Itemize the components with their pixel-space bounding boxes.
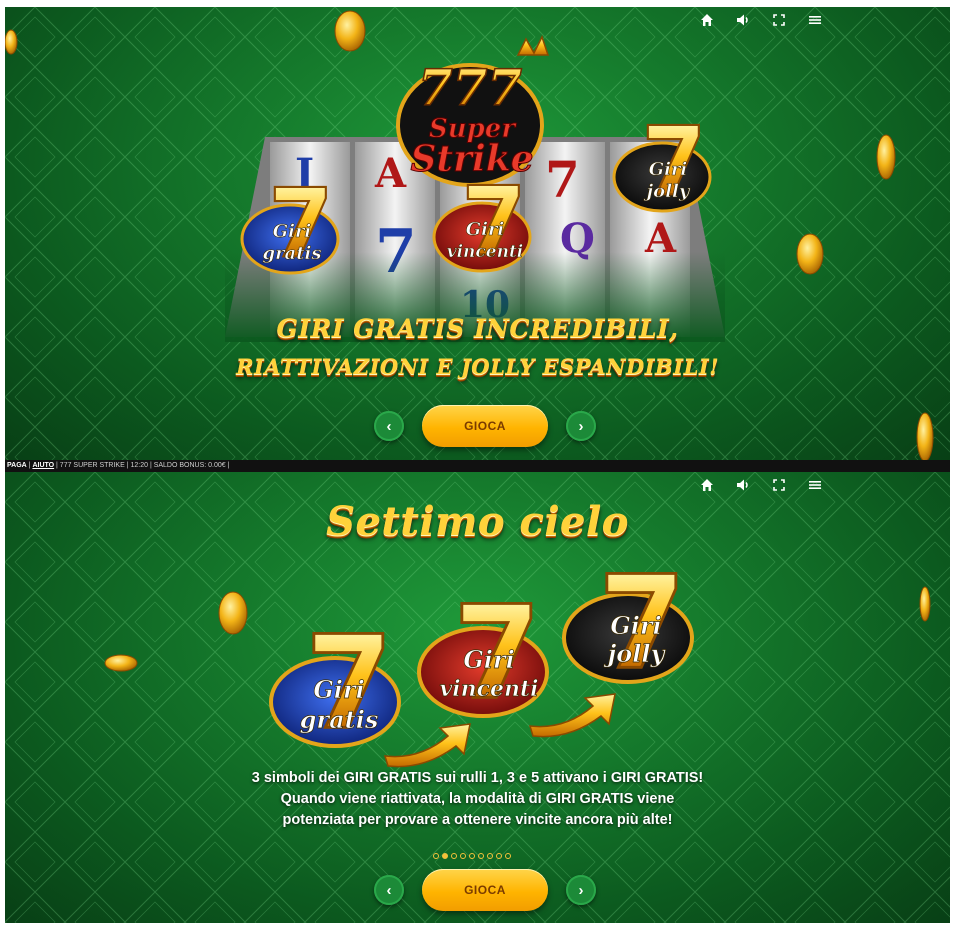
svg-text:jolly: jolly	[604, 639, 667, 668]
headline-line-2: RIATTIVAZIONI E JOLLY ESPANDIBILI!	[236, 354, 719, 379]
game-logo: 777 Super Strike	[396, 35, 550, 187]
gold-coin-icon	[916, 412, 934, 460]
badge-free-spins: Giri gratis	[240, 185, 340, 275]
gold-coin-icon	[334, 10, 366, 52]
svg-text:gratis: gratis	[262, 243, 321, 264]
svg-text:Giri: Giri	[313, 675, 364, 704]
svg-text:gratis: gratis	[300, 705, 379, 734]
svg-text:vincenti: vincenti	[447, 242, 524, 262]
gold-coin-icon	[919, 586, 931, 622]
svg-text:vincenti: vincenti	[439, 676, 538, 702]
gold-coin-icon	[5, 29, 18, 55]
slide-pagination	[433, 853, 511, 859]
sound-icon[interactable]	[736, 13, 750, 27]
session-info: | 777 SUPER STRIKE | 12:20 | SALDO BONUS…	[54, 462, 230, 469]
svg-text:Giri: Giri	[610, 611, 661, 640]
help-link[interactable]: AIUTO	[32, 462, 54, 469]
play-button[interactable]: GIOCA	[422, 869, 548, 911]
game-info-bar: PAGA | AIUTO | 777 SUPER STRIKE | 12:20 …	[5, 460, 950, 472]
paytable-link[interactable]: PAGA	[7, 462, 27, 469]
pagination-dot[interactable]	[433, 853, 439, 859]
arrow-icon	[383, 723, 471, 768]
next-button[interactable]: ›	[566, 875, 596, 905]
pagination-dot[interactable]	[496, 853, 502, 859]
next-button[interactable]: ›	[566, 411, 596, 441]
play-button[interactable]: GIOCA	[422, 405, 548, 447]
pagination-dot[interactable]	[469, 853, 475, 859]
crown-icon	[516, 35, 550, 56]
pagination-dot[interactable]	[505, 853, 511, 859]
description-line-2: Quando viene riattivata, la modalità di …	[280, 791, 675, 807]
slide-navigation: ‹ GIOCA ›	[374, 405, 596, 447]
pagination-dot[interactable]	[451, 853, 457, 859]
chevron-right-icon: ›	[578, 417, 584, 435]
top-toolbar	[700, 478, 822, 492]
svg-text:Giri: Giri	[463, 645, 514, 674]
fullscreen-icon[interactable]	[772, 13, 786, 27]
slide-title: Settimo cielo	[326, 498, 629, 545]
gold-coin-icon	[218, 591, 248, 635]
promo-slide-1: J A 7 Q A 7 10 777 Super Strike Giri gra…	[5, 7, 950, 460]
pagination-dot[interactable]	[442, 853, 448, 859]
chevron-left-icon: ‹	[386, 417, 392, 435]
gold-coin-icon	[876, 134, 896, 180]
home-icon[interactable]	[700, 478, 714, 492]
menu-icon[interactable]	[808, 478, 822, 492]
pagination-dot[interactable]	[478, 853, 484, 859]
sound-icon[interactable]	[736, 478, 750, 492]
badge-wild-spins: Giri jolly	[562, 571, 694, 684]
pagination-dot[interactable]	[487, 853, 493, 859]
gold-coin-icon	[104, 654, 138, 672]
badge-winning-spins: Giri vincenti	[432, 183, 532, 273]
arrow-icon	[528, 693, 616, 738]
logo-strike: Strike	[410, 138, 533, 180]
pagination-dot[interactable]	[460, 853, 466, 859]
headline-line-1: GIRI GRATIS INCREDIBILI,	[276, 314, 679, 343]
badge-wild-spins: Giri jolly	[612, 123, 712, 213]
logo-777: 777	[418, 58, 523, 117]
fullscreen-icon[interactable]	[772, 478, 786, 492]
chevron-right-icon: ›	[578, 881, 584, 899]
svg-text:Giri: Giri	[466, 219, 505, 240]
menu-icon[interactable]	[808, 13, 822, 27]
previous-button[interactable]: ‹	[374, 411, 404, 441]
previous-button[interactable]: ‹	[374, 875, 404, 905]
home-icon[interactable]	[700, 13, 714, 27]
slide-navigation: ‹ GIOCA ›	[374, 869, 596, 911]
feature-description: 3 simboli dei GIRI GRATIS sui rulli 1, 3…	[5, 768, 950, 831]
svg-text:jolly: jolly	[644, 181, 691, 202]
svg-text:Giri: Giri	[649, 159, 688, 180]
svg-text:Giri: Giri	[273, 221, 312, 242]
top-toolbar	[700, 13, 822, 27]
chevron-left-icon: ‹	[386, 881, 392, 899]
promo-slide-2: Settimo cielo Giri gratis Giri vincenti …	[5, 472, 950, 923]
description-line-1: 3 simboli dei GIRI GRATIS sui rulli 1, 3…	[251, 770, 704, 786]
description-line-3: potenziata per provare a ottenere vincit…	[282, 812, 673, 828]
gold-coin-icon	[796, 233, 824, 275]
